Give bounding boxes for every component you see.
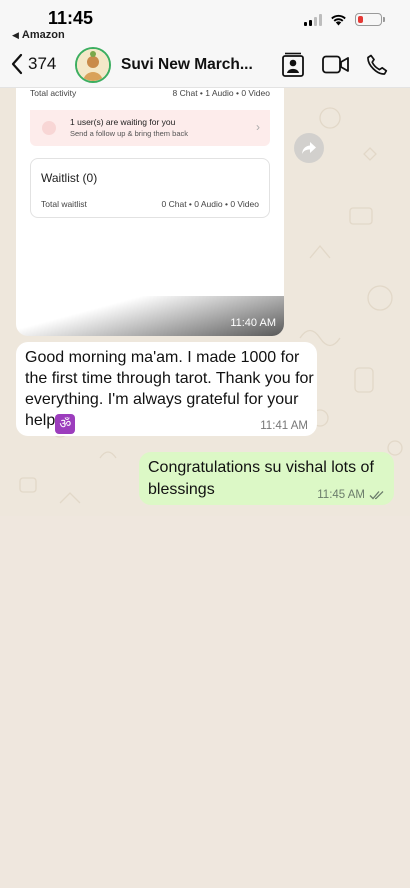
video-call-icon <box>322 55 349 74</box>
message-meta: 11:45 AM <box>317 489 385 501</box>
message-timestamp: 11:41 AM <box>260 420 308 432</box>
video-call-button[interactable] <box>322 55 349 79</box>
chat-area[interactable]: Total activity 8 Chat • 1 Audio • 0 Vide… <box>0 88 410 516</box>
waiting-users-title: 1 user(s) are waiting for you <box>70 117 176 127</box>
total-activity-row: Total activity 8 Chat • 1 Audio • 0 Vide… <box>30 88 270 98</box>
chevron-left-icon <box>11 53 23 75</box>
back-app-label: Amazon <box>21 29 65 41</box>
group-avatar[interactable] <box>75 47 111 83</box>
total-waitlist-label: Total waitlist <box>41 199 87 209</box>
total-waitlist-value: 0 Chat • 0 Audio • 0 Video <box>161 199 259 209</box>
waitlist-title: Waitlist (0) <box>41 171 98 185</box>
wifi-icon <box>331 14 346 26</box>
voice-call-button[interactable] <box>366 54 388 81</box>
status-time: 11:45 <box>48 8 94 28</box>
total-activity-value: 8 Chat • 1 Audio • 0 Video <box>172 88 270 98</box>
unread-count: 374 <box>28 54 57 73</box>
forward-icon <box>302 142 316 154</box>
summary-card-message[interactable]: Total activity 8 Chat • 1 Audio • 0 Vide… <box>16 88 284 336</box>
chevron-right-icon: › <box>256 120 260 134</box>
contact-card-icon <box>282 52 304 77</box>
double-check-icon <box>369 491 384 500</box>
avatar-image <box>77 49 109 81</box>
chat-bubble-icon <box>42 121 56 135</box>
phone-icon <box>367 54 388 75</box>
outgoing-message[interactable]: Congratulations su vishal lots of blessi… <box>139 452 394 505</box>
status-bar: 11:45 ◀ Amazon <box>0 0 410 44</box>
status-icons <box>304 13 385 26</box>
battery-icon <box>355 13 385 26</box>
back-to-app-link[interactable]: ◀ Amazon <box>12 29 65 41</box>
incoming-message[interactable]: Good morning ma'am. I made 1000 for the … <box>16 342 317 436</box>
om-emoji: ॐ <box>55 414 76 434</box>
message-timestamp: 11:45 AM <box>317 489 365 501</box>
waiting-users-banner[interactable]: 1 user(s) are waiting for you Send a fol… <box>30 110 270 146</box>
forward-button[interactable] <box>294 133 324 163</box>
contact-card-button[interactable] <box>282 52 304 83</box>
chat-header: 374 Suvi New March... <box>0 44 410 88</box>
message-timestamp: 11:40 AM <box>230 317 276 329</box>
back-button[interactable]: 374 <box>10 53 56 75</box>
waiting-users-subtitle: Send a follow up & bring them back <box>70 129 188 138</box>
total-activity-label: Total activity <box>30 88 77 98</box>
cellular-signal-icon <box>304 13 322 26</box>
chat-title[interactable]: Suvi New March... <box>121 56 253 74</box>
back-triangle-icon: ◀ <box>12 30 19 40</box>
waitlist-box: Waitlist (0) Total waitlist 0 Chat • 0 A… <box>30 158 270 218</box>
image-fade-overlay <box>16 296 284 336</box>
